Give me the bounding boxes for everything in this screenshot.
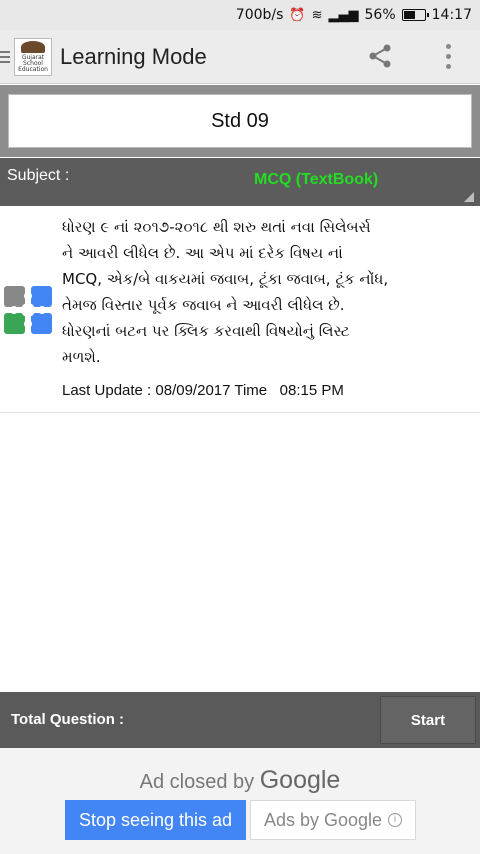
app-bar: Gujarat School Education Learning Mode <box>0 30 480 84</box>
google-logo: Google <box>259 766 341 794</box>
item-description: ધોરણ ૯ નાં ૨૦૧૭-૨૦૧૮ થી શરુ થતાં નવા સિલ… <box>62 218 389 366</box>
battery-percent: 56% <box>364 7 396 23</box>
info-icon: i <box>388 813 403 827</box>
dropdown-arrow-icon <box>464 192 474 202</box>
puzzle-icon <box>4 286 52 334</box>
status-bar: 700b/s ⏰ ≋ ▂▄▆ 56% 14:17 <box>0 0 480 30</box>
share-button[interactable] <box>362 38 398 74</box>
share-icon <box>369 44 391 68</box>
subject-label: Subject : <box>7 167 70 184</box>
ad-closed-text: Ad closed by Google <box>139 766 341 794</box>
alarm-icon: ⏰ <box>289 7 306 23</box>
wifi-icon: ≋ <box>311 7 323 23</box>
std-button[interactable]: Std 09 <box>8 94 472 148</box>
app-logo[interactable]: Gujarat School Education <box>14 37 52 76</box>
network-speed: 700b/s <box>235 7 284 23</box>
subject-row: Subject : MCQ (TextBook) <box>0 158 480 206</box>
stop-seeing-ad-button[interactable]: Stop seeing this ad <box>65 800 246 840</box>
ads-by-google-button[interactable]: Ads by Google i <box>250 800 416 840</box>
start-button[interactable]: Start <box>380 696 476 744</box>
list-item[interactable]: ધોરણ ૯ નાં ૨૦૧૭-૨૦૧૮ થી શરુ થતાં નવા સિલ… <box>0 207 480 413</box>
signal-icon: ▂▄▆ <box>328 7 359 23</box>
subject-value: MCQ (TextBook) <box>254 171 379 188</box>
total-question-label: Total Question : <box>11 711 125 728</box>
ad-area: Ad closed by Google Stop seeing this ad … <box>0 748 480 854</box>
menu-icon[interactable] <box>0 50 12 63</box>
clock: 14:17 <box>431 7 472 23</box>
subject-dropdown[interactable]: MCQ (TextBook) <box>160 158 480 206</box>
std-section: Std 09 <box>0 85 480 157</box>
battery-icon <box>401 9 429 21</box>
bottom-bar: Total Question : Start <box>0 692 480 748</box>
last-update: Last Update : 08/09/2017 Time 08:15 PM <box>62 382 344 399</box>
app-title: Learning Mode <box>60 43 207 69</box>
overflow-menu-icon[interactable] <box>436 38 460 74</box>
